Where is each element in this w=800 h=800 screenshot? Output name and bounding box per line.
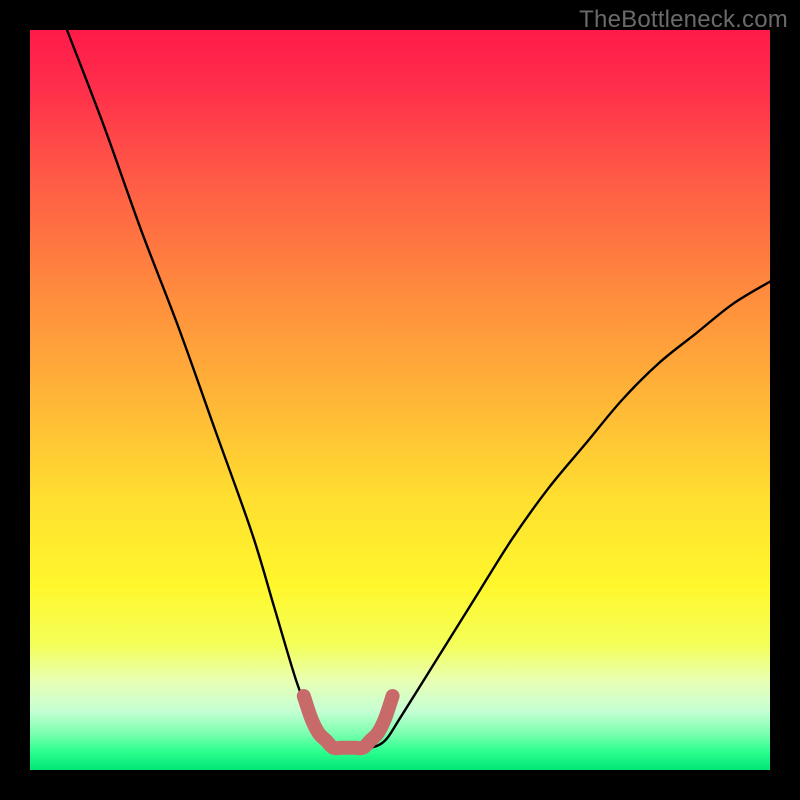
bottleneck-curve [67, 30, 770, 748]
watermark-text: TheBottleneck.com [579, 6, 788, 34]
chart-frame: TheBottleneck.com [0, 0, 800, 800]
optimal-marker [304, 696, 393, 748]
plot-area [30, 30, 770, 770]
curve-layer [30, 30, 770, 770]
